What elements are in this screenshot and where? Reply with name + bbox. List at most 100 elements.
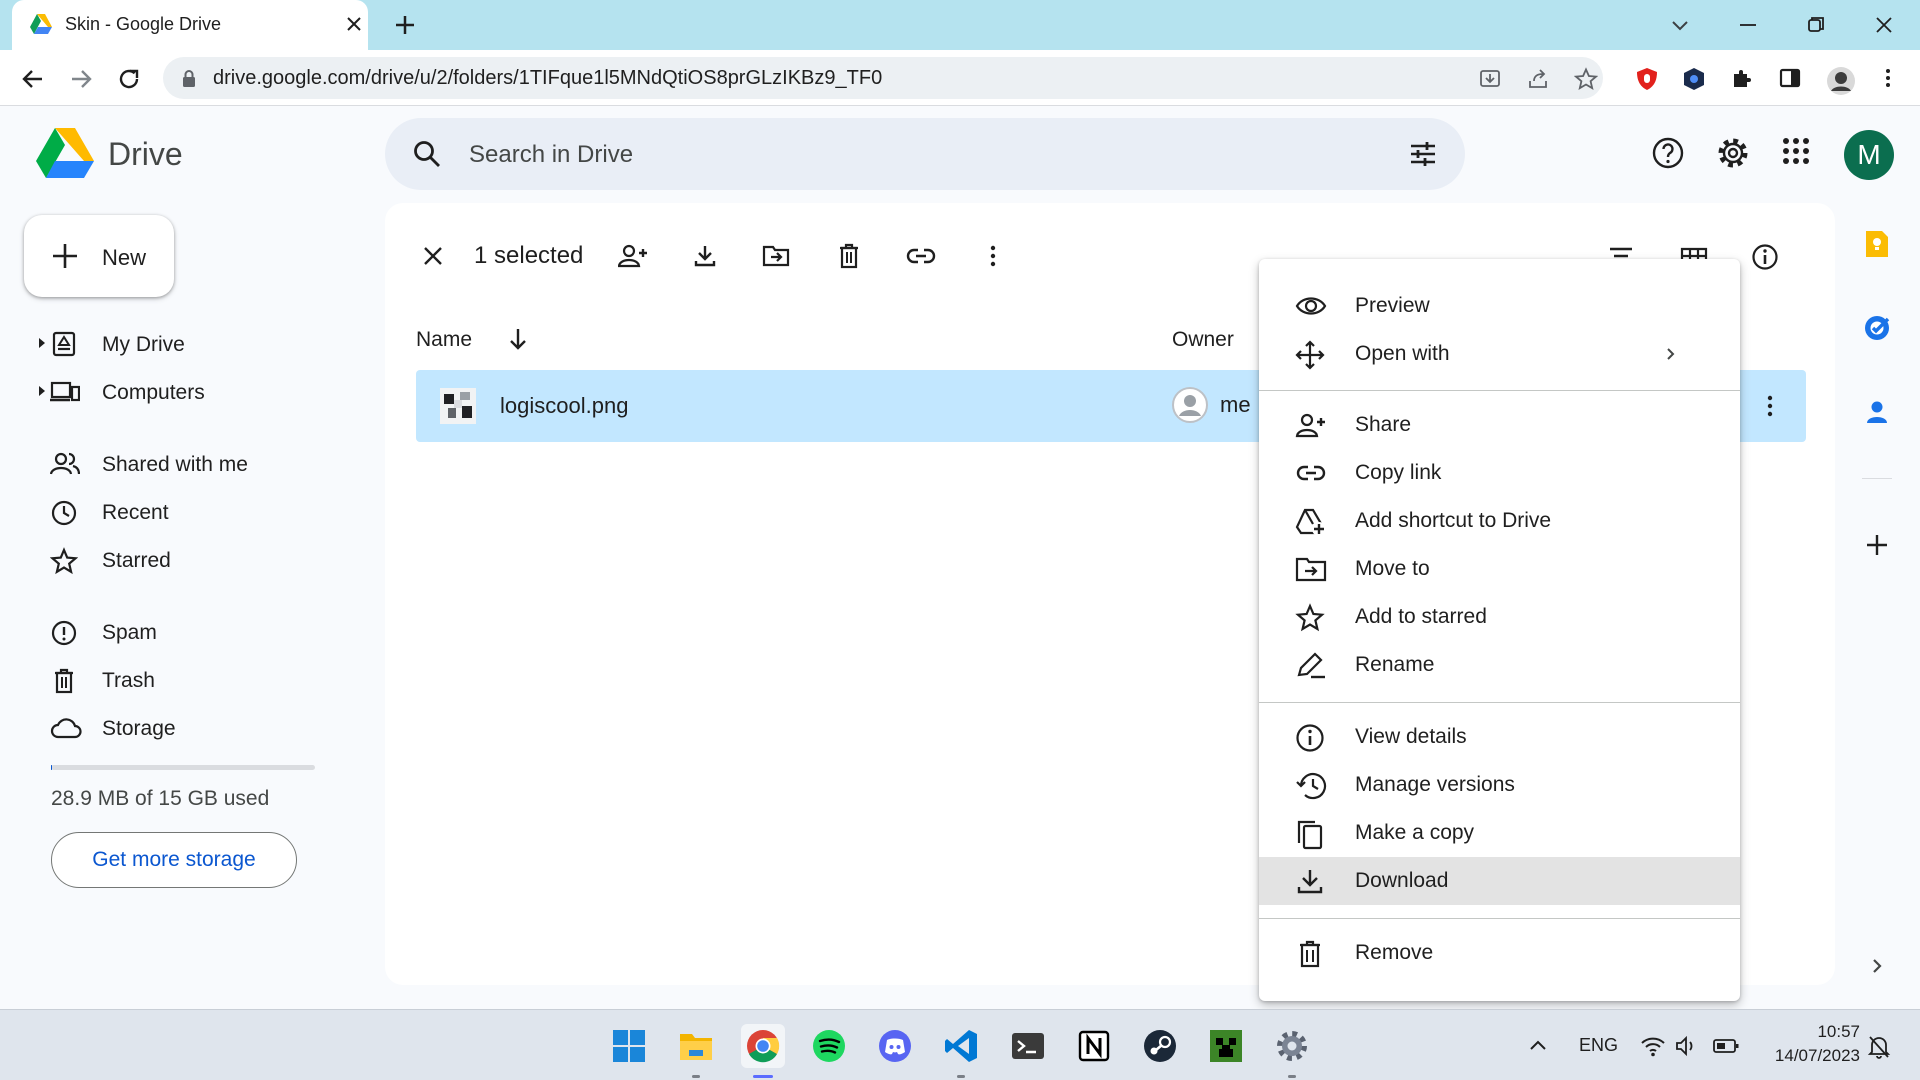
menu-item-share[interactable]: Share <box>1259 401 1740 449</box>
sidebar-item-recent[interactable]: Recent <box>30 492 320 532</box>
terminal-icon <box>1010 1028 1046 1064</box>
taskbar-discord[interactable] <box>873 1024 917 1068</box>
sidebar-item-shared-with-me[interactable]: Shared with me <box>30 444 320 484</box>
sidebar-item-my-drive[interactable]: My Drive <box>30 324 320 364</box>
menu-item-preview[interactable]: Preview <box>1259 282 1740 330</box>
tab-search-chevron-icon[interactable] <box>1668 13 1692 37</box>
new-button-label: New <box>102 245 147 270</box>
help-icon[interactable] <box>1651 136 1685 170</box>
sidebar-item-spam[interactable]: Spam <box>30 612 320 652</box>
reload-icon[interactable] <box>116 66 142 92</box>
get-add-ons-plus-icon[interactable] <box>1862 530 1892 560</box>
menu-item-add-shortcut[interactable]: Add shortcut to Drive <box>1259 497 1740 545</box>
forward-icon[interactable] <box>68 66 94 92</box>
taskbar-vscode[interactable] <box>939 1024 983 1078</box>
menu-item-label: Open with <box>1355 342 1450 365</box>
menu-item-remove[interactable]: Remove <box>1259 929 1740 977</box>
link-icon[interactable] <box>906 243 936 269</box>
sidebar-item-label: Computers <box>102 381 205 404</box>
contacts-icon[interactable] <box>1862 397 1892 427</box>
clear-selection-icon[interactable] <box>420 243 446 269</box>
install-app-icon[interactable] <box>1478 67 1502 91</box>
sidebar-item-storage[interactable]: Storage <box>30 708 320 748</box>
bookmark-star-icon[interactable] <box>1574 67 1598 91</box>
menu-item-copy-link[interactable]: Copy link <box>1259 449 1740 497</box>
expand-caret-icon[interactable] <box>38 386 46 396</box>
share-person-icon[interactable] <box>618 243 648 269</box>
taskbar-file-explorer[interactable] <box>674 1024 718 1078</box>
taskbar-notion[interactable] <box>1072 1024 1116 1068</box>
move-to-icon <box>1295 555 1327 583</box>
side-panel-icon[interactable] <box>1778 66 1802 90</box>
sidebar-item-computers[interactable]: Computers <box>30 372 320 412</box>
tasks-icon[interactable] <box>1862 313 1892 343</box>
show-hidden-icons-chevron-icon[interactable] <box>1526 1034 1550 1058</box>
clock-time[interactable]: 10:57 <box>1760 1022 1860 1042</box>
new-button[interactable]: New <box>24 215 174 297</box>
image-file-thumbnail <box>440 388 476 424</box>
search-bar[interactable]: Search in Drive <box>385 118 1465 190</box>
tab-close-icon[interactable] <box>344 14 364 34</box>
chrome-menu-icon[interactable] <box>1876 66 1900 90</box>
battery-icon[interactable] <box>1712 1034 1740 1058</box>
taskbar-terminal[interactable] <box>1006 1024 1050 1068</box>
menu-item-manage-versions[interactable]: Manage versions <box>1259 761 1740 809</box>
menu-item-open-with[interactable]: Open with <box>1259 330 1740 378</box>
input-language[interactable]: ENG <box>1579 1035 1618 1056</box>
notifications-bell-icon[interactable] <box>1866 1034 1892 1060</box>
get-more-storage-button[interactable]: Get more storage <box>51 832 297 888</box>
hide-side-panel-chevron-icon[interactable] <box>1862 953 1892 979</box>
menu-item-make-a-copy[interactable]: Make a copy <box>1259 809 1740 857</box>
address-bar[interactable]: drive.google.com/drive/u/2/folders/1TIFq… <box>163 57 1603 99</box>
menu-item-label: Share <box>1355 413 1412 436</box>
profile-avatar-icon[interactable] <box>1826 66 1856 96</box>
product-name[interactable]: Drive <box>108 136 183 173</box>
extensions-puzzle-icon[interactable] <box>1730 66 1754 90</box>
row-more-actions-icon[interactable] <box>1758 394 1782 418</box>
minimize-icon[interactable] <box>1736 13 1760 37</box>
sidebar-item-trash[interactable]: Trash <box>30 660 320 700</box>
apps-grid-icon[interactable] <box>1781 136 1811 166</box>
download-icon[interactable] <box>692 243 718 269</box>
sidebar-item-starred[interactable]: Starred <box>30 540 320 580</box>
menu-item-view-details[interactable]: View details <box>1259 713 1740 761</box>
menu-item-move-to[interactable]: Move to <box>1259 545 1740 593</box>
windows-start-button[interactable] <box>607 1024 651 1068</box>
settings-gear-icon[interactable] <box>1716 136 1750 170</box>
back-icon[interactable] <box>20 66 46 92</box>
taskbar-steam[interactable] <box>1138 1024 1182 1068</box>
keep-notes-icon[interactable] <box>1862 229 1892 259</box>
details-info-icon[interactable] <box>1751 243 1779 271</box>
taskbar-spotify[interactable] <box>807 1024 851 1068</box>
search-options-icon[interactable] <box>1407 138 1439 170</box>
clock-date[interactable]: 14/07/2023 <box>1760 1046 1860 1066</box>
drive-logo-icon[interactable] <box>36 128 94 178</box>
menu-item-rename[interactable]: Rename <box>1259 641 1740 689</box>
share-page-icon[interactable] <box>1526 67 1550 91</box>
shield-extension-icon[interactable] <box>1682 66 1706 92</box>
restore-icon[interactable] <box>1804 13 1828 37</box>
expand-caret-icon[interactable] <box>38 338 46 348</box>
ublock-extension-icon[interactable] <box>1634 66 1660 92</box>
browser-tab[interactable]: Skin - Google Drive <box>12 0 368 50</box>
trash-icon[interactable] <box>836 243 862 269</box>
close-window-icon[interactable] <box>1872 13 1896 37</box>
menu-item-download[interactable]: Download <box>1259 857 1740 905</box>
running-indicator <box>692 1075 700 1078</box>
more-actions-icon[interactable] <box>980 243 1006 269</box>
new-tab-icon[interactable] <box>393 13 417 37</box>
menu-item-add-to-starred[interactable]: Add to starred <box>1259 593 1740 641</box>
info-icon <box>1295 723 1325 753</box>
taskbar-settings[interactable] <box>1270 1024 1314 1078</box>
sort-direction-arrow-icon[interactable] <box>506 326 530 352</box>
wifi-icon[interactable] <box>1640 1034 1666 1058</box>
column-header-name[interactable]: Name <box>416 328 472 352</box>
search-icon[interactable] <box>411 138 443 170</box>
taskbar-minecraft[interactable] <box>1204 1024 1248 1068</box>
taskbar-chrome[interactable] <box>741 1024 785 1078</box>
lock-icon[interactable] <box>181 69 197 87</box>
account-avatar[interactable]: M <box>1844 130 1894 180</box>
move-to-icon[interactable] <box>762 243 790 269</box>
volume-icon[interactable] <box>1674 1034 1698 1058</box>
search-input[interactable]: Search in Drive <box>469 141 633 169</box>
